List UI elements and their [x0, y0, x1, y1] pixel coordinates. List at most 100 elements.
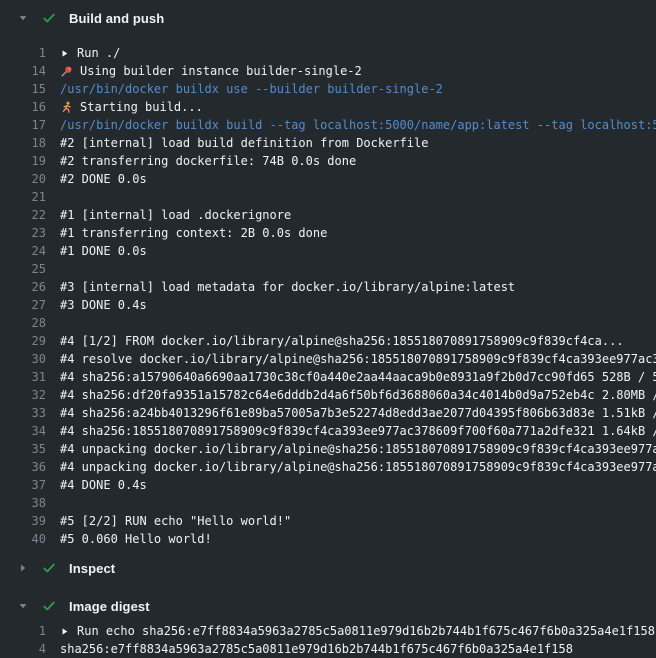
log-line-content: /usr/bin/docker buildx use --builder bui…: [60, 80, 443, 98]
log-line: 18 #2 [internal] load build definition fr…: [0, 134, 656, 152]
runner-icon: [60, 101, 75, 114]
section-image-digest: Image digest 1 Run echo sha256:e7ff8834a59…: [0, 592, 656, 658]
section-header-build-and-push[interactable]: Build and push: [0, 4, 656, 32]
line-number[interactable]: 21: [0, 188, 46, 206]
line-number[interactable]: 28: [0, 314, 46, 332]
log-line-content: #2 [internal] load build definition from…: [60, 134, 428, 152]
log-line-content: /usr/bin/docker buildx build --tag local…: [60, 116, 656, 134]
log-line-content: #4 [1/2] FROM docker.io/library/alpine@s…: [60, 332, 624, 350]
line-number[interactable]: 35: [0, 440, 46, 458]
log-line: 23 #1 transferring context: 2B 0.0s done: [0, 224, 656, 242]
log-line-content: #4 DONE 0.4s: [60, 476, 147, 494]
line-number[interactable]: 25: [0, 260, 46, 278]
section-title: Inspect: [69, 561, 115, 576]
line-number[interactable]: 19: [0, 152, 46, 170]
line-number[interactable]: 40: [0, 530, 46, 548]
line-number[interactable]: 26: [0, 278, 46, 296]
log-line-content: #1 transferring context: 2B 0.0s done: [60, 224, 327, 242]
line-number[interactable]: 23: [0, 224, 46, 242]
pushpin-icon: [60, 65, 75, 78]
log-line-content: #4 sha256:185518070891758909c9f839cf4ca3…: [60, 422, 656, 440]
log-line-content: #4 unpacking docker.io/library/alpine@sh…: [60, 440, 656, 458]
log-line: 31 #4 sha256:a15790640a6690aa1730c38cf0a4…: [0, 368, 656, 386]
line-number[interactable]: 29: [0, 332, 46, 350]
line-number[interactable]: 1: [0, 622, 46, 640]
log-line: 19 #2 transferring dockerfile: 74B 0.0s d…: [0, 152, 656, 170]
line-number[interactable]: 36: [0, 458, 46, 476]
log-line-content: sha256:e7ff8834a5963a2785c5a0811e979d16b…: [60, 640, 573, 658]
line-number[interactable]: 31: [0, 368, 46, 386]
log-text: #3 [internal] load metadata for docker.i…: [60, 278, 515, 296]
log-line: 35 #4 unpacking docker.io/library/alpine@…: [0, 440, 656, 458]
log-text: #4 unpacking docker.io/library/alpine@sh…: [60, 458, 656, 476]
log-text: /usr/bin/docker buildx use --builder bui…: [60, 80, 443, 98]
line-number[interactable]: 18: [0, 134, 46, 152]
line-number[interactable]: 39: [0, 512, 46, 530]
log-line: 32 #4 sha256:df20fa9351a15782c64e6dddb2d4…: [0, 386, 656, 404]
log-line: 24 #1 DONE 0.0s: [0, 242, 656, 260]
log-line: 21: [0, 188, 656, 206]
log-text: Starting build...: [80, 98, 203, 116]
log-line: 25: [0, 260, 656, 278]
line-number[interactable]: 4: [0, 640, 46, 658]
line-number[interactable]: 22: [0, 206, 46, 224]
chevron-down-icon: [17, 12, 29, 24]
log-text: #2 transferring dockerfile: 74B 0.0s don…: [60, 152, 356, 170]
line-number[interactable]: 16: [0, 98, 46, 116]
log-line-content: #1 DONE 0.0s: [60, 242, 147, 260]
line-number[interactable]: 27: [0, 296, 46, 314]
log-line: 1 Run echo sha256:e7ff8834a5963a2785c5a08…: [0, 622, 656, 640]
log-line-content: Run echo sha256:e7ff8834a5963a2785c5a081…: [60, 622, 655, 640]
section-header-image-digest[interactable]: Image digest: [0, 592, 656, 620]
line-number[interactable]: 32: [0, 386, 46, 404]
section-title: Build and push: [69, 11, 164, 26]
log-line-content: #4 sha256:df20fa9351a15782c64e6dddb2d4a6…: [60, 386, 656, 404]
line-number[interactable]: 30: [0, 350, 46, 368]
log-text: #4 resolve docker.io/library/alpine@sha2…: [60, 350, 656, 368]
line-number[interactable]: 34: [0, 422, 46, 440]
log-text: #4 [1/2] FROM docker.io/library/alpine@s…: [60, 332, 624, 350]
section-header-inspect[interactable]: Inspect: [0, 554, 656, 582]
log-text: Run echo sha256:e7ff8834a5963a2785c5a081…: [77, 622, 655, 640]
log-line: 40 #5 0.060 Hello world!: [0, 530, 656, 548]
log-text: #4 sha256:185518070891758909c9f839cf4ca3…: [60, 422, 656, 440]
line-number[interactable]: 1: [0, 44, 46, 62]
log-line-content: #4 sha256:a24bb4013296f61e89ba57005a7b3e…: [60, 404, 656, 422]
log-line: 27 #3 DONE 0.4s: [0, 296, 656, 314]
line-number[interactable]: 33: [0, 404, 46, 422]
log-text: #4 sha256:a24bb4013296f61e89ba57005a7b3e…: [60, 404, 656, 422]
section-log-image-digest: 1 Run echo sha256:e7ff8834a5963a2785c5a08…: [0, 622, 656, 658]
log-line-content: Starting build...: [60, 98, 203, 116]
line-number[interactable]: 38: [0, 494, 46, 512]
log-line-content: #4 unpacking docker.io/library/alpine@sh…: [60, 458, 656, 476]
log-text: #5 0.060 Hello world!: [60, 530, 212, 548]
log-line: 4 sha256:e7ff8834a5963a2785c5a0811e979d16…: [0, 640, 656, 658]
line-number[interactable]: 24: [0, 242, 46, 260]
log-line-content: #2 transferring dockerfile: 74B 0.0s don…: [60, 152, 356, 170]
log-text: #1 transferring context: 2B 0.0s done: [60, 224, 327, 242]
log-line: 20#2 DONE 0.0s: [0, 170, 656, 188]
log-line-content: Using builder instance builder-single-2: [60, 62, 362, 80]
log-text: #1 [internal] load .dockerignore: [60, 206, 291, 224]
log-line-content: #3 DONE 0.4s: [60, 296, 147, 314]
log-line: 15/usr/bin/docker buildx use --builder b…: [0, 80, 656, 98]
line-number[interactable]: 15: [0, 80, 46, 98]
group-toggle-icon[interactable]: [60, 627, 69, 636]
log-line-content: #5 [2/2] RUN echo "Hello world!": [60, 512, 291, 530]
check-success-icon: [42, 599, 56, 613]
log-text: #4 DONE 0.4s: [60, 476, 147, 494]
line-number[interactable]: 37: [0, 476, 46, 494]
group-toggle-icon[interactable]: [60, 49, 69, 58]
log-text: Using builder instance builder-single-2: [80, 62, 362, 80]
line-number[interactable]: 17: [0, 116, 46, 134]
line-number[interactable]: 20: [0, 170, 46, 188]
log-line: 36 #4 unpacking docker.io/library/alpine@…: [0, 458, 656, 476]
log-line-content: #4 sha256:a15790640a6690aa1730c38cf0a440…: [60, 368, 656, 386]
log-line: 29 #4 [1/2] FROM docker.io/library/alpine…: [0, 332, 656, 350]
log-line-content: #4 resolve docker.io/library/alpine@sha2…: [60, 350, 656, 368]
workflow-log-viewer: Build and push1Run ./14Using builder ins…: [0, 0, 656, 658]
log-line-content: #3 [internal] load metadata for docker.i…: [60, 278, 515, 296]
log-line: 37 #4 DONE 0.4s: [0, 476, 656, 494]
line-number[interactable]: 14: [0, 62, 46, 80]
log-line: 30 #4 resolve docker.io/library/alpine@sh…: [0, 350, 656, 368]
